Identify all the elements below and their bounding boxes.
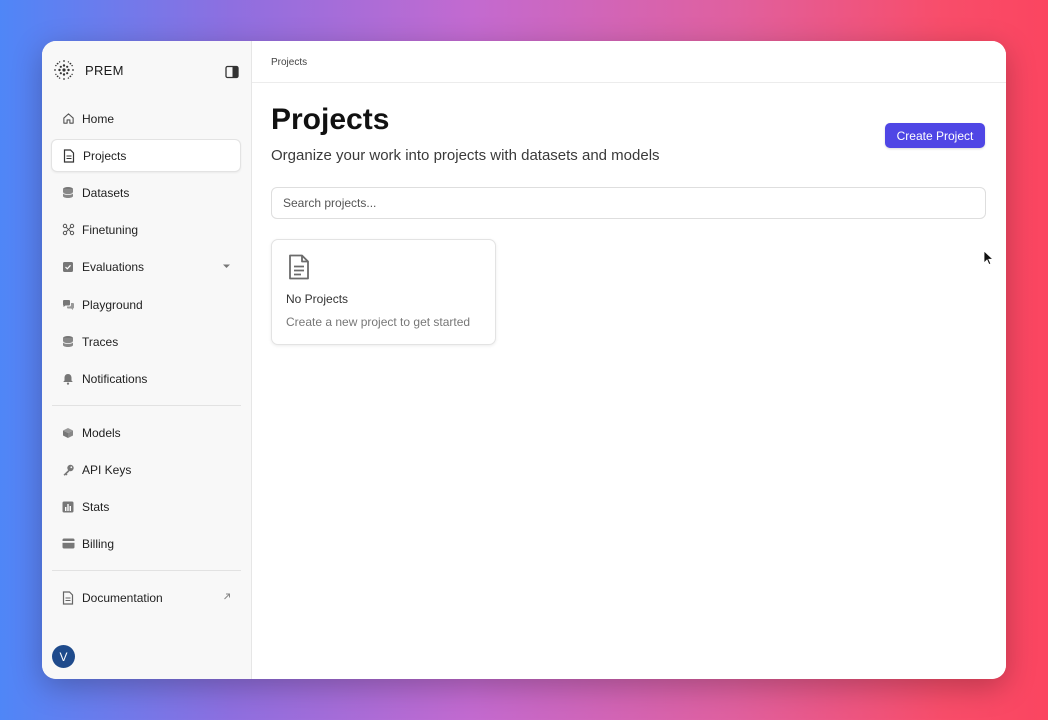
app-window: PREM Home Projects Datasets Finetuning E… <box>42 41 1006 679</box>
prem-logo-icon <box>54 60 74 80</box>
home-icon <box>61 112 75 126</box>
sidebar-toggle-icon[interactable] <box>225 65 239 79</box>
database-icon <box>61 186 75 200</box>
sidebar-item-label: Models <box>82 425 121 440</box>
sidebar-item-projects[interactable]: Projects <box>51 139 241 172</box>
sidebar-item-stats[interactable]: Stats <box>51 490 241 523</box>
brand-name: PREM <box>85 62 124 78</box>
credit-card-icon <box>61 537 75 551</box>
stack-icon <box>61 335 75 349</box>
sidebar: PREM Home Projects Datasets Finetuning E… <box>42 41 252 679</box>
sidebar-item-label: Stats <box>82 499 110 514</box>
sidebar-item-billing[interactable]: Billing <box>51 527 241 560</box>
bar-chart-icon <box>61 500 75 514</box>
sidebar-item-playground[interactable]: Playground <box>51 288 241 321</box>
empty-state-title: No Projects <box>286 292 349 306</box>
sidebar-item-models[interactable]: Models <box>51 416 241 449</box>
sidebar-item-label: Traces <box>82 334 119 349</box>
main-content: Projects Projects Organize your work int… <box>252 41 1006 679</box>
sidebar-divider <box>52 570 241 571</box>
avatar[interactable]: V <box>52 645 75 668</box>
chat-icon <box>61 298 75 312</box>
sidebar-item-datasets[interactable]: Datasets <box>51 176 241 209</box>
external-link-icon <box>223 592 231 603</box>
sidebar-item-label: Finetuning <box>82 222 139 237</box>
sidebar-item-finetuning[interactable]: Finetuning <box>51 213 241 246</box>
clipboard-icon <box>61 260 75 274</box>
top-bar: Projects <box>252 41 1006 83</box>
document-icon <box>61 590 75 605</box>
sidebar-item-evaluations[interactable]: Evaluations <box>51 250 241 283</box>
empty-state-message: Create a new project to get started <box>286 315 471 329</box>
sidebar-item-home[interactable]: Home <box>51 102 241 135</box>
create-project-button[interactable]: Create Project <box>885 123 985 148</box>
sidebar-item-label: Datasets <box>82 185 130 200</box>
page-title: Projects <box>271 103 390 136</box>
sidebar-item-label: Evaluations <box>82 259 145 274</box>
chevron-down-icon[interactable] <box>222 261 231 272</box>
page-subtitle: Organize your work into projects with da… <box>271 147 660 164</box>
sidebar-item-traces[interactable]: Traces <box>51 325 241 358</box>
key-icon <box>61 463 75 477</box>
sidebar-item-label: Playground <box>82 297 143 312</box>
sidebar-item-notifications[interactable]: Notifications <box>51 362 241 395</box>
search-input[interactable] <box>271 187 986 219</box>
sidebar-divider <box>52 405 241 406</box>
bell-icon <box>61 372 75 386</box>
sidebar-item-api-keys[interactable]: API Keys <box>51 453 241 486</box>
sidebar-item-label: Home <box>82 111 115 126</box>
cube-icon <box>61 426 75 440</box>
document-icon <box>62 148 76 163</box>
sidebar-item-label: API Keys <box>82 462 132 477</box>
sidebar-item-label: Projects <box>83 148 127 163</box>
nodes-icon <box>61 223 75 237</box>
sidebar-item-label: Billing <box>82 536 115 551</box>
mouse-cursor-icon <box>983 250 995 266</box>
brand[interactable]: PREM <box>52 58 124 82</box>
empty-state-card: No Projects Create a new project to get … <box>271 239 496 345</box>
sidebar-item-label: Notifications <box>82 371 148 386</box>
sidebar-item-documentation[interactable]: Documentation <box>51 581 241 614</box>
sidebar-item-label: Documentation <box>82 590 163 605</box>
document-icon <box>289 254 309 280</box>
breadcrumb[interactable]: Projects <box>271 57 307 68</box>
